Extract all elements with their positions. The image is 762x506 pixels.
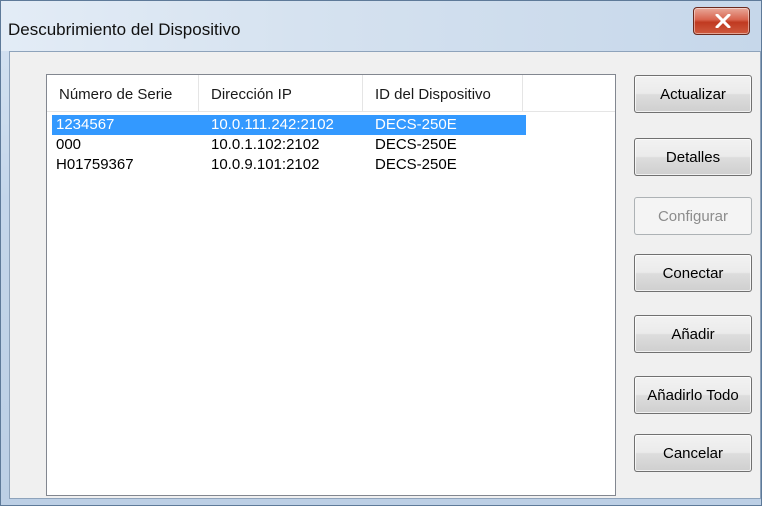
window-title: Descubrimiento del Dispositivo bbox=[8, 20, 241, 39]
conectar-button[interactable]: Conectar bbox=[634, 254, 752, 292]
column-header-ip[interactable]: Dirección IP bbox=[199, 75, 363, 111]
cell-serial: 1234567 bbox=[56, 116, 115, 133]
cancelar-button[interactable]: Cancelar bbox=[634, 434, 752, 472]
title-bar[interactable]: Descubrimiento del Dispositivo bbox=[1, 1, 761, 51]
table-row[interactable]: 000 10.0.1.102:2102 DECS-250E bbox=[52, 135, 526, 155]
cell-ip: 10.0.9.101:2102 bbox=[211, 156, 320, 173]
close-icon bbox=[715, 14, 731, 28]
cell-ip: 10.0.111.242:2102 bbox=[211, 116, 334, 133]
actualizar-button[interactable]: Actualizar bbox=[634, 75, 752, 113]
detalles-button[interactable]: Detalles bbox=[634, 138, 752, 176]
cell-device-id: DECS-250E bbox=[375, 116, 457, 133]
cell-ip: 10.0.1.102:2102 bbox=[211, 136, 320, 153]
cell-device-id: DECS-250E bbox=[375, 156, 457, 173]
configurar-button[interactable]: Configurar bbox=[634, 197, 752, 235]
column-header-filler bbox=[523, 75, 615, 111]
close-button[interactable] bbox=[693, 7, 750, 35]
dialog-client-area: Número de Serie Dirección IP ID del Disp… bbox=[9, 51, 761, 499]
table-row[interactable]: 1234567 10.0.111.242:2102 DECS-250E bbox=[52, 115, 526, 135]
cell-serial: 000 bbox=[56, 136, 82, 153]
device-list[interactable]: Número de Serie Dirección IP ID del Disp… bbox=[46, 74, 616, 496]
anadir-todo-button[interactable]: Añadirlo Todo bbox=[634, 376, 752, 414]
list-header: Número de Serie Dirección IP ID del Disp… bbox=[47, 75, 615, 112]
column-header-serial[interactable]: Número de Serie bbox=[47, 75, 199, 111]
cell-serial: H01759367 bbox=[56, 156, 134, 173]
column-header-device-id[interactable]: ID del Dispositivo bbox=[363, 75, 523, 111]
anadir-button[interactable]: Añadir bbox=[634, 315, 752, 353]
device-discovery-window: Descubrimiento del Dispositivo Número de… bbox=[0, 0, 762, 506]
cell-device-id: DECS-250E bbox=[375, 136, 457, 153]
table-row[interactable]: H01759367 10.0.9.101:2102 DECS-250E bbox=[52, 155, 526, 175]
